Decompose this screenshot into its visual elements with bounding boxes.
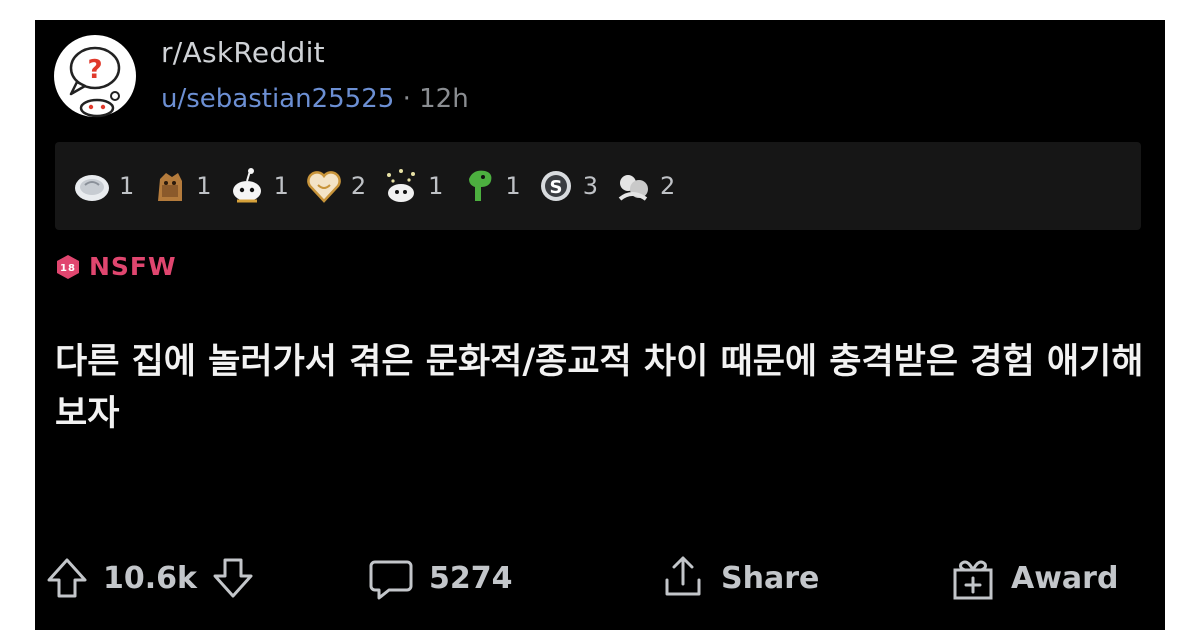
nsfw-tag: 18 NSFW (55, 252, 177, 281)
awards-bar[interactable]: 1 1 1 2 1 1 S 3 2 (55, 142, 1141, 230)
snoo-award-icon (232, 168, 261, 203)
award-item[interactable]: 1 (226, 165, 289, 207)
nsfw-badge-text: 18 (60, 263, 76, 274)
comment-count: 5274 (429, 560, 513, 596)
award-item[interactable]: 2 (612, 165, 675, 207)
vote-count: 10.6k (103, 560, 197, 596)
coin-award-icon: S (540, 171, 571, 201)
gift-box-icon (953, 560, 993, 600)
award-item[interactable]: 1 (457, 165, 521, 207)
askreddit-avatar-icon[interactable]: ? (53, 34, 137, 118)
award-count: 3 (582, 172, 598, 200)
party-award-icon (387, 169, 416, 202)
downvote-arrow-icon[interactable] (209, 554, 257, 602)
nsfw-18-icon: 18 (57, 254, 79, 279)
svg-text:?: ? (87, 55, 102, 85)
dinosaur-award-icon (469, 170, 492, 201)
award-item[interactable]: 1 (148, 165, 212, 207)
award-item[interactable]: 1 (71, 165, 134, 207)
award-item[interactable]: S 3 (535, 165, 598, 207)
meta-separator: · (402, 84, 411, 114)
award-count: 1 (505, 172, 521, 200)
doge-award-icon (158, 173, 183, 201)
heart-award-icon (307, 171, 341, 203)
svg-text:S: S (549, 177, 562, 198)
vote-controls: 10.6k (43, 548, 257, 608)
author-link[interactable]: u/sebastian25525 (161, 84, 394, 114)
award-count: 1 (428, 172, 444, 200)
comment-bubble-icon (369, 560, 413, 600)
silver-award-icon (75, 175, 109, 201)
post-title[interactable]: 다른 집에 놀러가서 겪은 문화적/종교적 차이 때문에 충격받은 경험 애기해… (55, 336, 1145, 440)
award-item[interactable]: 1 (380, 165, 443, 207)
comments-button[interactable]: 5274 (365, 548, 513, 608)
award-count: 2 (659, 172, 676, 200)
post-card: ? r/AskReddit u/sebastian25525 · 12h 1 1… (35, 20, 1165, 630)
award-count: 2 (350, 172, 367, 200)
award-count: 1 (119, 172, 135, 200)
award-button[interactable]: Award (947, 548, 1118, 608)
share-label: Share (721, 560, 820, 596)
award-label: Award (1011, 560, 1119, 596)
share-button[interactable]: Share (657, 548, 819, 608)
nsfw-label: NSFW (89, 252, 177, 281)
hug-award-icon (618, 175, 648, 201)
award-count: 1 (196, 172, 212, 200)
share-arrow-icon (665, 556, 701, 596)
award-count: 1 (273, 172, 289, 200)
subreddit-name[interactable]: r/AskReddit (161, 36, 325, 69)
award-item[interactable]: 2 (303, 165, 366, 207)
post-meta: u/sebastian25525 · 12h (161, 84, 469, 114)
upvote-arrow-icon[interactable] (43, 554, 91, 602)
post-time: 12h (419, 84, 469, 114)
action-bar: 10.6k 5274 Share Award (35, 548, 1165, 608)
